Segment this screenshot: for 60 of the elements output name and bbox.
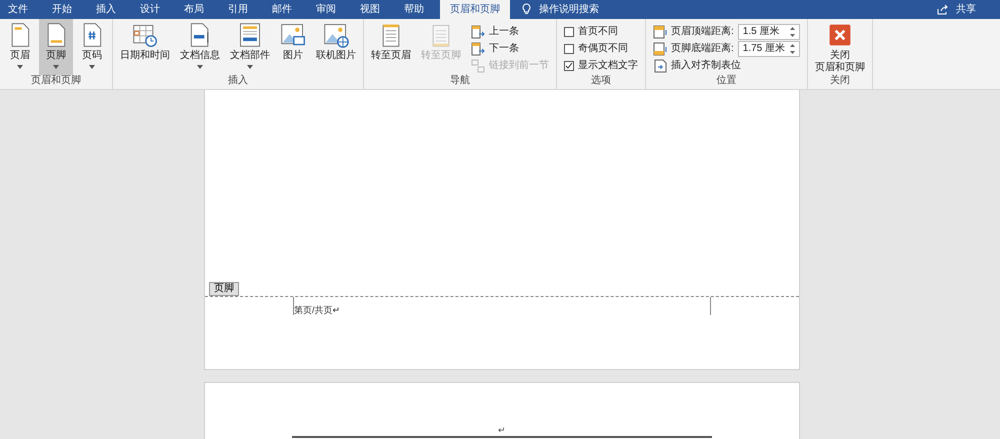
footer-text: 第页/共页↵ (293, 304, 342, 317)
ribbon-tab[interactable]: 邮件 (264, 0, 300, 19)
ribbon-tab[interactable]: 审阅 (308, 0, 344, 19)
ribbon-button[interactable]: 日期和时间 (116, 19, 174, 75)
checkbox-label: 奇偶页不同 (578, 42, 628, 56)
ribbon-tab[interactable]: 引用 (220, 0, 256, 19)
paragraph-mark: ↵ (498, 426, 506, 435)
ribbon-button[interactable]: 文档部件 (226, 19, 274, 75)
spinner-arrows-icon[interactable] (790, 44, 795, 54)
ribbon-tab[interactable]: 页眉和页脚 (440, 0, 510, 19)
footer-position-icon (653, 42, 667, 56)
spin-field[interactable]: 1.5 厘米 (738, 24, 800, 40)
ribbon-button[interactable]: 关闭 页眉和页脚 (810, 19, 869, 75)
group-label: 位置 (715, 75, 738, 88)
ribbon-button[interactable]: 下一条 (471, 40, 549, 57)
footer-tag: 页脚 (209, 282, 239, 296)
ribbon-tab[interactable]: 布局 (176, 0, 212, 19)
calendar-clock-icon (132, 22, 158, 48)
share-button[interactable]: 共享 (937, 0, 976, 19)
checkbox[interactable] (564, 26, 574, 36)
ribbon-button[interactable]: 图片 (276, 19, 310, 75)
spin-field[interactable]: 1.75 厘米 (738, 40, 800, 56)
group-label: 导航 (449, 75, 471, 88)
ribbon-tab[interactable]: 开始 (44, 0, 80, 19)
ribbon-button[interactable]: 转至页眉 (367, 19, 415, 75)
header-position-icon (653, 24, 667, 38)
lightbulb-icon (522, 3, 531, 15)
tell-me-search[interactable]: 操作说明搜索 (539, 0, 599, 19)
field-label: 页眉顶端距离: (671, 24, 734, 39)
close-icon (826, 22, 853, 48)
ribbon-tab[interactable]: 视图 (352, 0, 388, 19)
picture-icon (280, 22, 306, 48)
ribbon-button[interactable]: 页码 (75, 19, 109, 75)
next-icon (471, 42, 485, 56)
ribbon-button[interactable]: 插入对齐制表位 (653, 57, 800, 74)
previous-icon (471, 24, 485, 38)
ribbon-tab[interactable]: 帮助 (396, 0, 432, 19)
ribbon-tab[interactable]: 设计 (132, 0, 168, 19)
spinner-arrows-icon[interactable] (790, 26, 795, 36)
online-picture-icon (323, 22, 349, 48)
group-label: 页眉和页脚 (30, 75, 82, 88)
ribbon-tab[interactable]: 插入 (88, 0, 124, 19)
ribbon-tab[interactable]: 文件 (0, 0, 36, 19)
checkbox-label: 显示文档文字 (578, 58, 638, 73)
group-label: 关闭 (828, 75, 851, 88)
ribbon-button[interactable]: 页眉 (3, 19, 37, 75)
ribbon-button[interactable]: 上一条 (471, 23, 549, 40)
ribbon-button[interactable]: 页脚 (39, 19, 73, 75)
field-label: 页脚底端距离: (671, 42, 734, 56)
group-label: 选项 (590, 75, 612, 88)
checkbox[interactable] (564, 44, 574, 54)
tab-stop-icon (653, 58, 667, 72)
ribbon-button[interactable]: 联机图片 (312, 19, 360, 75)
link-icon (471, 58, 485, 72)
group-label: 插入 (227, 75, 249, 88)
document-parts-icon (237, 22, 263, 48)
ribbon-button[interactable]: 文档信息 (176, 19, 224, 75)
share-icon (937, 4, 948, 14)
checkbox[interactable] (564, 60, 574, 70)
checkbox-label: 首页不同 (578, 25, 618, 39)
